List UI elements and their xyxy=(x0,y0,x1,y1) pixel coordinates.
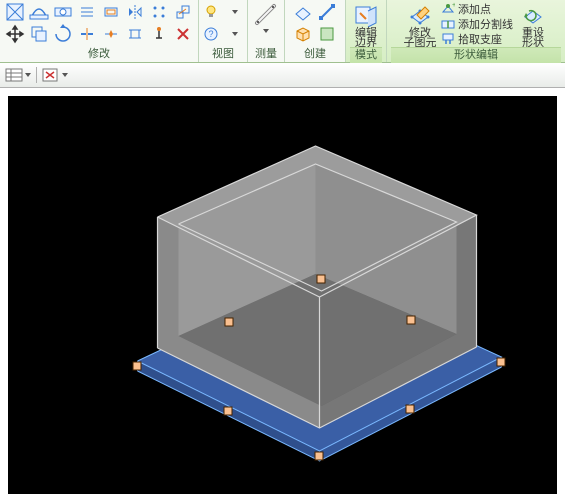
panel-mode: 编辑 边界 模式 xyxy=(346,0,387,62)
dropdown-icon[interactable] xyxy=(224,1,246,23)
grip-mid-back-r[interactable] xyxy=(407,316,416,325)
align-icon[interactable] xyxy=(76,1,98,23)
grip-corner-left[interactable] xyxy=(133,362,142,371)
edit-boundary-button[interactable]: 编辑 边界 xyxy=(350,1,382,48)
panel-mode-label: 模式 xyxy=(350,47,382,63)
array-icon[interactable] xyxy=(148,1,170,23)
scale-icon[interactable] xyxy=(172,1,194,23)
mirror-icon[interactable] xyxy=(124,1,146,23)
svg-text:+: + xyxy=(452,2,455,9)
light-bulb-icon[interactable] xyxy=(200,1,222,23)
viewport-frame xyxy=(0,88,565,500)
add-point-label: 添加点 xyxy=(458,1,491,17)
ribbon: 修改 ? 视图 测量 xyxy=(0,0,565,63)
help-icon[interactable]: ? xyxy=(200,23,222,45)
pick-support-button[interactable]: 拾取支座 xyxy=(439,31,515,46)
move-tool-icon[interactable] xyxy=(4,23,26,45)
edit-type-icon[interactable] xyxy=(4,1,26,23)
pin-icon[interactable] xyxy=(148,23,170,45)
panel-create: 创建 xyxy=(285,0,346,62)
add-point-icon: + xyxy=(441,2,455,16)
viewport-3d[interactable] xyxy=(8,96,557,494)
panel-measure-label: 测量 xyxy=(255,47,277,62)
panel-modify-label: 修改 xyxy=(88,47,110,62)
close-view-button[interactable] xyxy=(41,65,69,85)
edit-sub-element-button[interactable]: 修改 子图元 xyxy=(403,1,437,48)
list-view-button[interactable] xyxy=(4,65,32,85)
grip-corner-back[interactable] xyxy=(317,275,326,284)
secondary-toolbar xyxy=(0,63,565,88)
grip-corner-front[interactable] xyxy=(315,452,324,461)
pick-support-icon xyxy=(441,32,455,46)
trim-icon[interactable] xyxy=(76,23,98,45)
add-split-line-label: 添加分割线 xyxy=(458,16,513,32)
grip-corner-right[interactable] xyxy=(497,358,506,367)
panel-create-label: 创建 xyxy=(304,47,326,62)
model-svg xyxy=(8,96,557,494)
grip-mid-left[interactable] xyxy=(224,407,233,416)
create-region-icon[interactable] xyxy=(316,23,338,45)
panel-measure: 测量 xyxy=(248,0,285,62)
cut-geom-icon[interactable] xyxy=(52,1,74,23)
offset-icon[interactable] xyxy=(100,1,122,23)
join-geom-icon[interactable] xyxy=(28,1,50,23)
add-split-line-button[interactable]: 添加分割线 xyxy=(439,16,515,31)
reset-shape-button[interactable]: 重设 形状 xyxy=(517,1,549,48)
measure-button[interactable] xyxy=(252,1,280,33)
create-plane-icon[interactable] xyxy=(292,1,314,23)
panel-modify: 修改 xyxy=(0,0,199,62)
delete-icon[interactable] xyxy=(172,23,194,45)
panel-shape-edit: 修改 子图元 + 添加点 添加分割线 拾取支座 xyxy=(387,0,565,62)
create-solid-icon[interactable] xyxy=(292,23,314,45)
create-line-icon[interactable] xyxy=(316,1,338,23)
grip-mid-back-l[interactable] xyxy=(225,318,234,327)
dropdown2-icon[interactable] xyxy=(224,23,246,45)
add-split-line-icon xyxy=(441,17,455,31)
panel-view-label: 视图 xyxy=(212,47,234,62)
panel-view: ? 视图 xyxy=(199,0,248,62)
dim-align-icon[interactable] xyxy=(124,23,146,45)
toolbar-separator xyxy=(36,67,37,83)
copy-tool-icon[interactable] xyxy=(28,23,50,45)
svg-text:?: ? xyxy=(208,29,213,39)
split-icon[interactable] xyxy=(100,23,122,45)
add-point-button[interactable]: + 添加点 xyxy=(439,1,515,16)
rotate-tool-icon[interactable] xyxy=(52,23,74,45)
grip-mid-right[interactable] xyxy=(406,405,415,414)
panel-shape-edit-label: 形状编辑 xyxy=(391,47,561,63)
pick-support-label: 拾取支座 xyxy=(458,31,502,47)
